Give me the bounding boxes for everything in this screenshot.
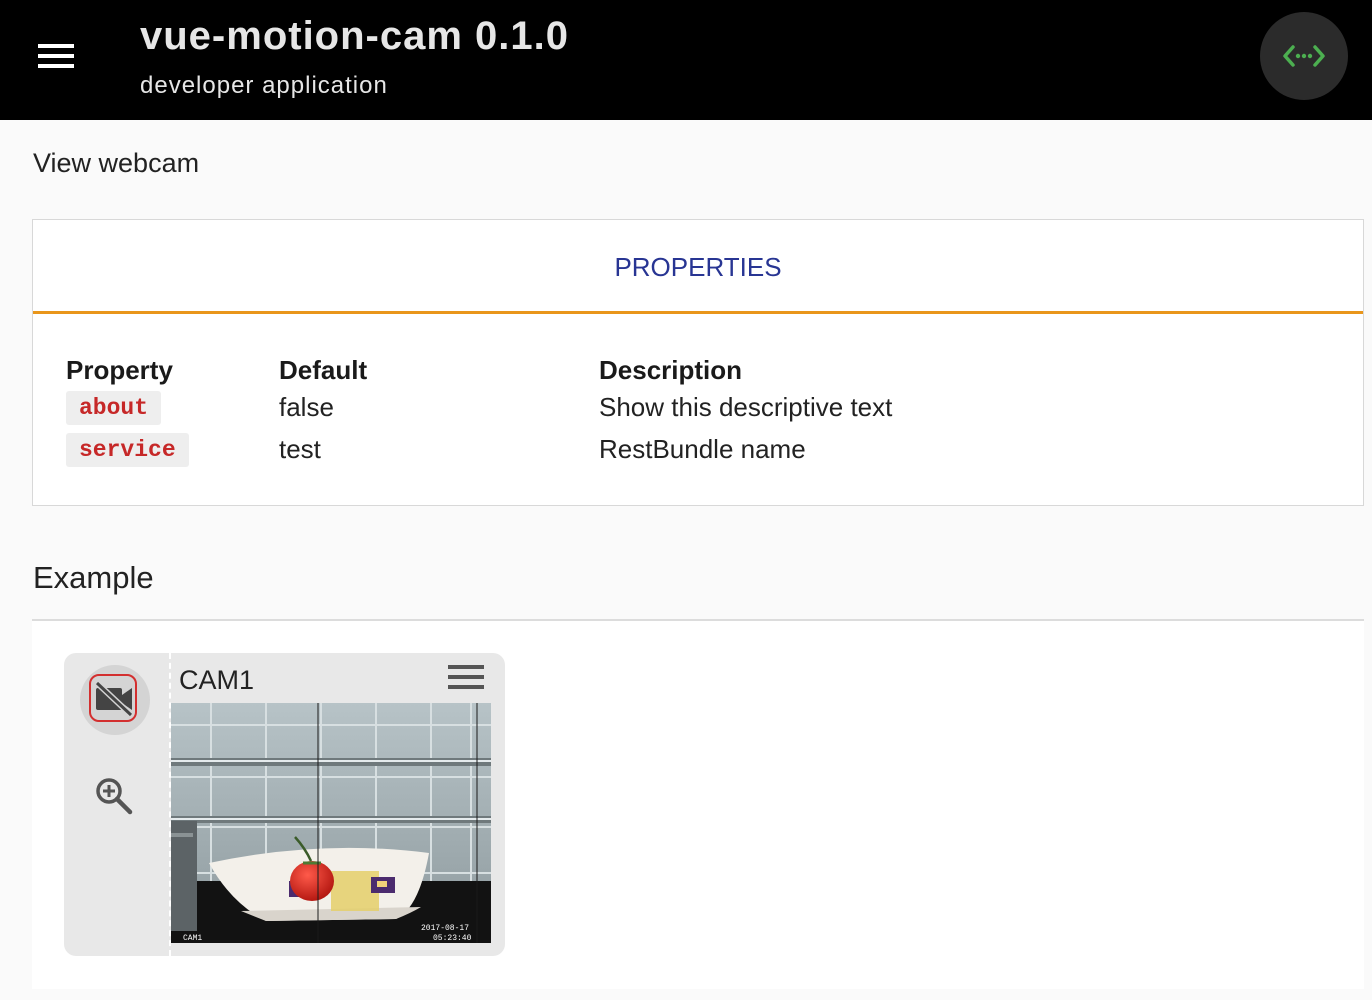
column-header-property: Property (66, 355, 173, 385)
camera-menu-button[interactable] (444, 663, 488, 693)
code-icon (1283, 45, 1325, 67)
properties-table: Property Default Description about false… (66, 350, 892, 470)
tab-properties[interactable]: PROPERTIES (33, 252, 1363, 283)
overlay-date: 2017-08-17 (421, 924, 469, 933)
videocam-off-icon (94, 681, 134, 717)
app-subtitle: developer application (140, 72, 388, 99)
property-cell: about (66, 386, 279, 428)
page-heading: View webcam (33, 148, 200, 178)
camera-sidebar (64, 653, 171, 956)
column-header-default: Default (279, 355, 368, 385)
menu-icon (448, 675, 484, 679)
default-cell: false (279, 391, 334, 422)
description-cell: Show this descriptive text (599, 391, 893, 422)
app-toolbar: vue-motion-cam 0.1.0 developer applicati… (0, 0, 1372, 120)
menu-icon (448, 685, 484, 689)
example-heading: Example (33, 560, 154, 595)
menu-icon (38, 54, 74, 58)
menu-button[interactable] (30, 38, 82, 78)
overlay-camera-label: CAM1 (183, 934, 202, 943)
zoom-in-button[interactable] (94, 776, 134, 816)
table-row: about false Show this descriptive text (66, 386, 892, 428)
menu-icon (38, 44, 74, 48)
table-header-row: Property Default Description (66, 350, 892, 386)
table-row: service test RestBundle name (66, 428, 892, 470)
property-cell: service (66, 428, 279, 470)
menu-icon (448, 665, 484, 669)
camera-feed-image[interactable]: CAM1 2017-08-17 05:23:40 (171, 703, 491, 943)
camera-toggle-button[interactable] (80, 665, 150, 735)
camera-name: CAM1 (179, 665, 255, 695)
default-cell: test (279, 433, 321, 464)
property-code: service (66, 432, 189, 467)
camera-widget: CAM1 CAM1 2017-08-17 05:23:40 (64, 653, 505, 956)
menu-icon (38, 64, 74, 68)
properties-tab-bar: PROPERTIES (33, 220, 1363, 314)
camera-snapshot: CAM1 2017-08-17 05:23:40 (171, 703, 491, 943)
column-header-description: Description (599, 355, 743, 385)
view-source-button[interactable] (1260, 12, 1348, 100)
overlay-time: 05:23:40 (433, 934, 472, 943)
properties-card: PROPERTIES Property Default Description … (32, 219, 1364, 506)
zoom-in-icon (96, 778, 133, 815)
property-code: about (66, 390, 162, 425)
description-cell: RestBundle name (599, 433, 806, 464)
app-title: vue-motion-cam 0.1.0 (140, 14, 570, 58)
